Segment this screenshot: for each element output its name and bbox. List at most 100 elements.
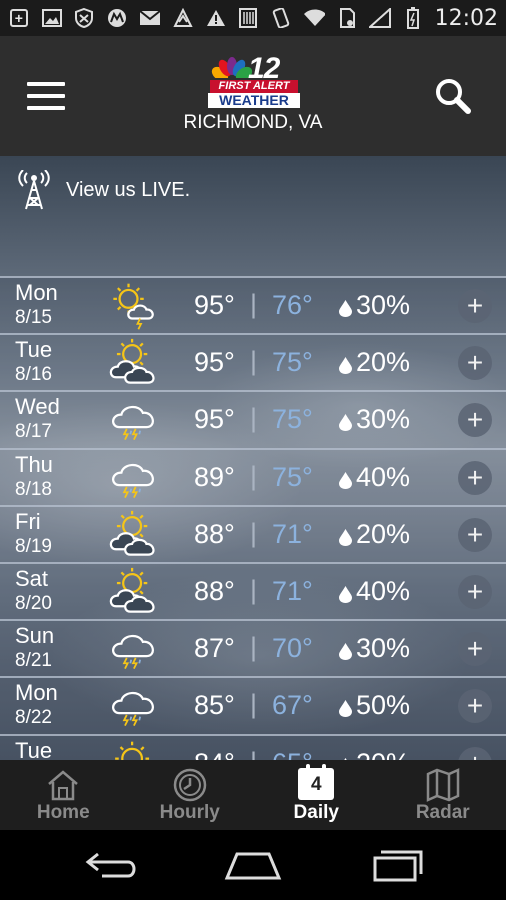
expand-button[interactable]: + — [458, 403, 492, 438]
forecast-day: Fri — [15, 508, 41, 534]
shield-icon — [73, 8, 95, 28]
precip-chance: 30% — [356, 633, 411, 664]
image-icon — [41, 8, 63, 28]
forecast-row[interactable]: Wed 8/17 95° | 75° 30% + — [0, 390, 506, 448]
search-button[interactable] — [433, 76, 473, 116]
forecast-row[interactable]: Mon 8/15 95° | 76° 30% + — [0, 276, 506, 334]
menu-icon-bar — [27, 106, 65, 110]
add-box-icon: + — [8, 8, 30, 28]
high-temp: 95° — [194, 290, 235, 320]
tab-radar[interactable]: Radar — [380, 760, 506, 830]
expand-button[interactable]: + — [458, 632, 492, 667]
thunderstorm-icon — [112, 635, 154, 670]
tab-daily[interactable]: 4 Daily — [253, 760, 380, 830]
home-nav-icon[interactable] — [223, 848, 283, 882]
forecast-date: 8/17 — [15, 421, 52, 443]
forecast-row[interactable]: Sat 8/20 88° | 71° 40% + — [0, 561, 506, 620]
app-header: 12 FIRST ALERT WEATHER RICHMOND, VA — [0, 36, 506, 156]
tab-hourly[interactable]: Hourly — [127, 760, 254, 830]
recents-icon[interactable] — [365, 848, 425, 882]
temp-separator: | — [250, 289, 258, 319]
expand-button[interactable]: + — [458, 574, 492, 609]
status-bar: + 12:02 — [0, 0, 506, 36]
forecast-day: Wed — [15, 394, 60, 420]
forecast-date: 8/18 — [15, 478, 52, 500]
live-stream-link[interactable]: View us LIVE. — [18, 170, 190, 210]
expand-button[interactable]: + — [458, 517, 492, 552]
temp-separator: | — [250, 460, 258, 491]
raindrop-icon — [339, 471, 352, 489]
low-temp: 65° — [272, 748, 313, 761]
expand-button[interactable]: + — [458, 460, 492, 495]
tab-label: Hourly — [159, 802, 220, 823]
low-temp: 71° — [272, 518, 313, 549]
forecast-day: Mon — [15, 280, 58, 305]
bottom-tab-bar: Home Hourly 4 Daily Radar — [0, 760, 506, 830]
thunderstorm-icon — [112, 406, 154, 441]
forecast-day: Mon — [15, 680, 58, 706]
low-temp: 75° — [272, 404, 313, 435]
signal-icon — [368, 8, 391, 28]
forecast-date: 8/20 — [15, 592, 52, 614]
forecast-day: Tue — [15, 737, 53, 761]
status-time: 12:02 — [434, 5, 499, 31]
expand-button[interactable]: + — [458, 746, 492, 760]
calendar-icon: 4 — [298, 764, 335, 800]
precip-chance: 30% — [356, 290, 411, 320]
forecast-row[interactable]: Fri 8/19 88° | 71° 20% + — [0, 504, 506, 562]
low-temp: 75° — [272, 461, 313, 492]
high-temp: 87° — [194, 633, 235, 664]
motorola-icon — [106, 8, 128, 28]
thunderstorm-icon — [112, 463, 154, 498]
sun-thunderstorm-icon — [113, 283, 154, 330]
clock-icon — [173, 768, 206, 802]
system-nav-bar — [0, 830, 506, 900]
forecast-row[interactable]: Thu 8/18 89° | 75° 40% + — [0, 447, 506, 505]
low-temp: 71° — [272, 575, 313, 606]
location-label[interactable]: RICHMOND, VA — [0, 112, 506, 134]
warning-icon — [205, 8, 227, 28]
expand-button[interactable]: + — [458, 346, 492, 381]
expand-button[interactable]: + — [458, 689, 492, 724]
precip-chance: 40% — [356, 461, 411, 492]
barcode-icon — [237, 8, 259, 28]
home-icon — [48, 770, 79, 801]
menu-button[interactable] — [27, 82, 67, 112]
raindrop-icon — [339, 700, 352, 718]
raindrop-icon — [339, 643, 352, 661]
temp-separator: | — [250, 346, 258, 377]
raindrop-icon — [339, 357, 352, 375]
forecast-row[interactable]: Sun 8/21 87° | 70° 30% + — [0, 619, 506, 677]
precip-chance: 20% — [356, 748, 410, 761]
forecast-row[interactable]: Tue 8/16 95° | 75° 20% + — [0, 333, 506, 391]
high-temp: 85° — [194, 690, 235, 721]
raindrop-icon — [339, 300, 352, 317]
daily-forecast-panel[interactable]: View us LIVE. Mon 8/15 95° | 76° 30% + Tue 8/16 9… — [0, 156, 506, 760]
precip-chance: 20% — [356, 347, 411, 378]
tab-home[interactable]: Home — [0, 760, 127, 830]
temp-separator: | — [250, 517, 258, 548]
map-icon — [426, 768, 459, 802]
forecast-day: Tue — [15, 337, 53, 363]
forecast-row[interactable]: Tue 84° | 65° 20% + — [0, 733, 506, 761]
vibrate-icon — [270, 8, 292, 28]
partly-cloudy-icon — [109, 510, 155, 556]
high-temp: 89° — [194, 461, 235, 492]
menu-icon-bar — [27, 82, 65, 86]
forecast-row[interactable]: Mon 8/22 85° | 67° 50% + — [0, 676, 506, 734]
raindrop-icon — [339, 414, 352, 432]
search-icon — [436, 79, 471, 114]
forecast-date: 8/16 — [15, 364, 52, 386]
forecast-day: Sun — [15, 623, 55, 649]
partly-cloudy-icon — [109, 567, 155, 613]
forecast-list: Mon 8/15 95° | 76° 30% + Tue 8/16 95° | 75° 20% + Wed 8… — [0, 276, 506, 760]
temp-separator: | — [250, 747, 257, 761]
sunny-icon — [115, 741, 150, 760]
high-temp: 84° — [194, 748, 235, 761]
back-icon[interactable] — [82, 848, 142, 882]
expand-button[interactable]: + — [458, 289, 492, 323]
menu-icon-bar — [27, 94, 65, 98]
thunderstorm-icon — [112, 692, 154, 727]
tab-label: Daily — [293, 802, 339, 823]
forecast-date: 8/19 — [15, 535, 52, 557]
